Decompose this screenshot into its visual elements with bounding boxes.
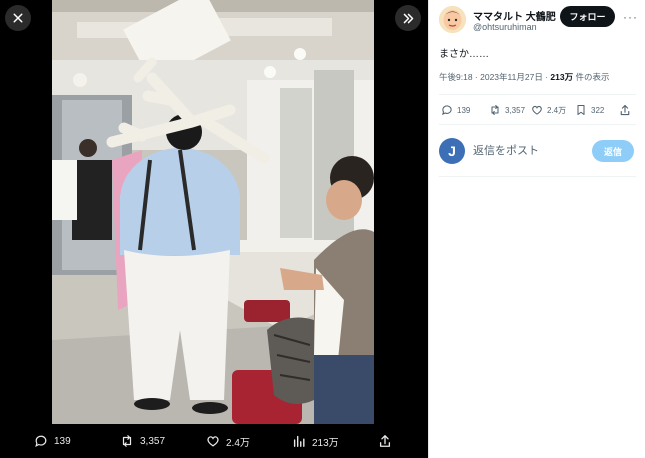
viewer-share-button[interactable] <box>378 434 392 448</box>
post-view-suffix: 件の表示 <box>573 72 610 82</box>
double-chevron-right-icon <box>403 13 413 23</box>
share-icon <box>620 104 630 116</box>
post-photo[interactable] <box>52 0 374 424</box>
viewer-reply-button[interactable]: 139 <box>34 434 71 448</box>
analytics-icon <box>293 435 305 447</box>
post-view-count: 213万 <box>550 72 574 82</box>
post-detail-panel: ママタルト 大鶴肥 @ohtsuruhiman フォロー ··· まさか…… 午… <box>428 0 645 458</box>
post-time[interactable]: 午後9:18 <box>439 72 473 82</box>
expand-panel-button[interactable] <box>395 5 421 31</box>
reply-icon <box>442 105 452 116</box>
follow-button[interactable]: フォロー <box>560 6 615 27</box>
bookmark-button[interactable]: 322 <box>575 104 604 116</box>
share-icon <box>379 435 391 447</box>
repost-count: 3,357 <box>505 105 526 115</box>
viewer-views-button[interactable]: 213万 <box>292 434 339 449</box>
viewer-like-count: 2.4万 <box>226 437 250 449</box>
viewer-repost-button[interactable]: 3,357 <box>120 434 165 448</box>
bookmark-icon <box>577 104 585 116</box>
close-icon <box>13 13 23 23</box>
author-avatar[interactable] <box>439 6 466 33</box>
reply-button[interactable]: 139 <box>441 104 470 116</box>
divider <box>439 124 636 125</box>
author-handle[interactable]: @ohtsuruhiman <box>473 22 537 32</box>
author-display-name[interactable]: ママタルト 大鶴肥 <box>473 8 556 23</box>
post-text: まさか…… <box>439 49 489 60</box>
heart-icon <box>532 105 542 115</box>
repost-icon <box>491 104 499 116</box>
repost-button[interactable]: 3,357 <box>489 104 525 116</box>
more-options-icon[interactable]: ··· <box>623 10 638 24</box>
like-button[interactable]: 2.4万 <box>531 104 566 116</box>
media-viewer: 139 3,357 2.4万 213万 <box>0 0 428 458</box>
media-action-bar: 139 3,357 2.4万 213万 <box>0 424 428 458</box>
author-avatar-illustration <box>439 6 466 33</box>
divider <box>439 176 636 177</box>
photo-backstage-scene <box>52 0 374 424</box>
post-meta: 午後9:18 · 2023年11月27日 · 213万 件の表示 <box>439 71 609 83</box>
bookmark-count: 322 <box>591 105 605 115</box>
reply-icon <box>35 435 47 447</box>
close-button[interactable] <box>5 5 31 31</box>
repost-icon <box>122 435 132 447</box>
like-count: 2.4万 <box>547 105 567 115</box>
post-date[interactable]: 2023年11月27日 <box>480 72 543 82</box>
viewer-view-count: 213万 <box>312 437 339 449</box>
reply-composer: J 返信 <box>429 134 645 168</box>
reply-count: 139 <box>457 105 471 115</box>
viewer-repost-count: 3,357 <box>140 435 166 447</box>
viewer-reply-count: 139 <box>54 435 71 447</box>
post-stats-bar: 139 3,357 2.4万 322 <box>429 98 645 122</box>
current-user-avatar[interactable]: J <box>439 138 465 164</box>
share-button[interactable] <box>619 104 631 116</box>
divider <box>439 94 636 95</box>
reply-input[interactable] <box>473 142 581 160</box>
viewer-like-button[interactable]: 2.4万 <box>206 434 250 449</box>
reply-submit-button[interactable]: 返信 <box>592 140 634 162</box>
heart-icon <box>207 436 219 447</box>
